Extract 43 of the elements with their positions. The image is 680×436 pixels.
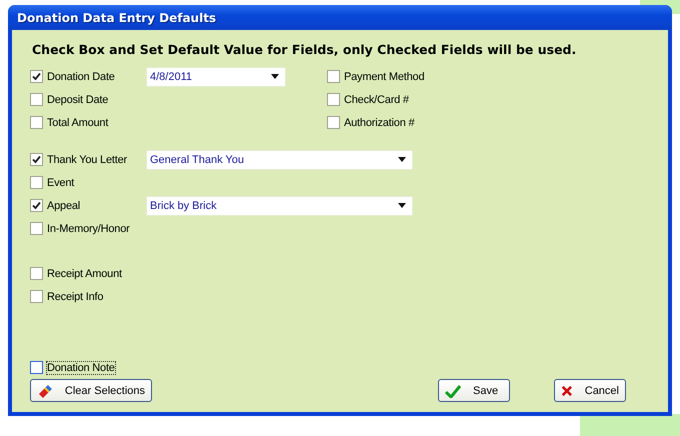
field-label: In-Memory/Honor [47, 222, 130, 234]
check-mark-icon [32, 201, 41, 210]
checkbox[interactable] [327, 70, 340, 83]
dropdown-arrow-icon[interactable] [398, 157, 406, 162]
eraser-icon [37, 382, 53, 398]
field-label: Total Amount [47, 116, 108, 128]
checkbox[interactable] [327, 116, 340, 129]
field-label: Deposit Date [47, 94, 108, 106]
field-label: Receipt Amount [47, 268, 122, 280]
dropdown-field[interactable]: General Thank You [146, 150, 413, 170]
checkbox[interactable] [30, 361, 43, 374]
field-label: Check/Card # [344, 94, 409, 106]
checkbox[interactable] [30, 176, 43, 189]
field-label: Authorization # [344, 116, 414, 128]
cancel-button[interactable]: Cancel [554, 379, 626, 402]
close-icon [561, 384, 573, 398]
dropdown-arrow-icon[interactable] [398, 203, 406, 208]
field-label: Donation Date [47, 70, 115, 82]
clear-button[interactable]: Clear Selections [30, 379, 152, 402]
checkbox[interactable] [30, 199, 43, 212]
checkbox[interactable] [30, 290, 43, 303]
checkbox[interactable] [327, 93, 340, 106]
save-button[interactable]: Save [438, 379, 510, 402]
checkbox[interactable] [30, 153, 43, 166]
instruction-text: Check Box and Set Default Value for Fields, only Checked Fields will be used. [32, 42, 578, 57]
field-label: Donation Note [47, 362, 115, 374]
checkbox[interactable] [30, 222, 43, 235]
window-title: Donation Data Entry Defaults [17, 10, 216, 24]
field-label: Event [47, 176, 74, 188]
checkbox[interactable] [30, 267, 43, 280]
checkbox[interactable] [30, 93, 43, 106]
field-label: Payment Method [344, 70, 424, 82]
field-label: Appeal [47, 200, 80, 212]
checkmark-icon [445, 384, 461, 398]
check-mark-icon [32, 155, 41, 164]
field-label: Thank You Letter [47, 154, 127, 166]
field-label: Receipt Info [47, 290, 104, 302]
checkbox[interactable] [30, 70, 43, 83]
checkbox[interactable] [30, 116, 43, 129]
dropdown-arrow-icon[interactable] [271, 74, 279, 79]
check-mark-icon [32, 72, 41, 81]
dropdown-field[interactable]: 4/8/2011 [146, 66, 286, 86]
dropdown-field[interactable]: Brick by Brick [146, 196, 413, 216]
